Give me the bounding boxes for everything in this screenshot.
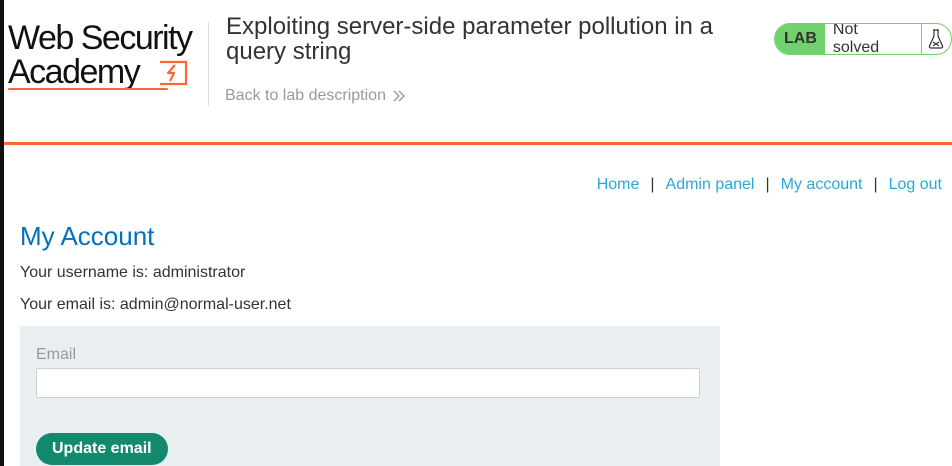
- nav-separator: |: [765, 176, 770, 193]
- nav-link-admin-panel[interactable]: Admin panel: [666, 176, 755, 194]
- change-email-form: Email Update email: [20, 326, 720, 466]
- back-to-lab-description-link[interactable]: Back to lab description: [225, 87, 406, 105]
- flask-icon: [920, 24, 951, 54]
- page-title: My Account: [20, 221, 155, 251]
- lab-header: Web Security Academy Exploiting server-s…: [4, 0, 952, 142]
- lab-title: Exploiting server-side parameter polluti…: [226, 13, 713, 65]
- lab-status-widget: LAB Not solved: [774, 23, 952, 55]
- double-chevron-right-icon: [393, 90, 405, 102]
- nav-separator: |: [873, 176, 878, 193]
- lab-badge: LAB: [775, 24, 825, 54]
- lab-status-text: Not solved: [832, 23, 880, 55]
- header-divider: [208, 22, 209, 106]
- nav-link-home[interactable]: Home: [597, 176, 640, 194]
- email-input[interactable]: [36, 368, 700, 398]
- nav-separator: |: [650, 176, 655, 193]
- back-link-label: Back to lab description: [225, 87, 386, 104]
- username-info: Your username is: administrator: [20, 264, 246, 281]
- web-security-academy-logo[interactable]: Web Security Academy: [8, 18, 208, 94]
- header-accent-bar: [4, 142, 952, 145]
- top-navigation: Home | Admin panel | My account | Log ou…: [597, 176, 942, 194]
- nav-link-my-account[interactable]: My account: [781, 176, 863, 194]
- flask-icon-svg: [929, 29, 944, 49]
- update-email-button[interactable]: Update email: [36, 433, 168, 465]
- email-label: Email: [36, 346, 77, 363]
- logo-bolt-icon: [160, 60, 188, 86]
- nav-link-log-out[interactable]: Log out: [889, 176, 942, 194]
- logo-underline: [8, 88, 168, 90]
- email-info: Your email is: admin@normal-user.net: [20, 296, 291, 313]
- page: Web Security Academy Exploiting server-s…: [0, 0, 952, 466]
- logo-line-2: Academy: [8, 53, 141, 91]
- logo-line-1: Web Security: [8, 19, 193, 57]
